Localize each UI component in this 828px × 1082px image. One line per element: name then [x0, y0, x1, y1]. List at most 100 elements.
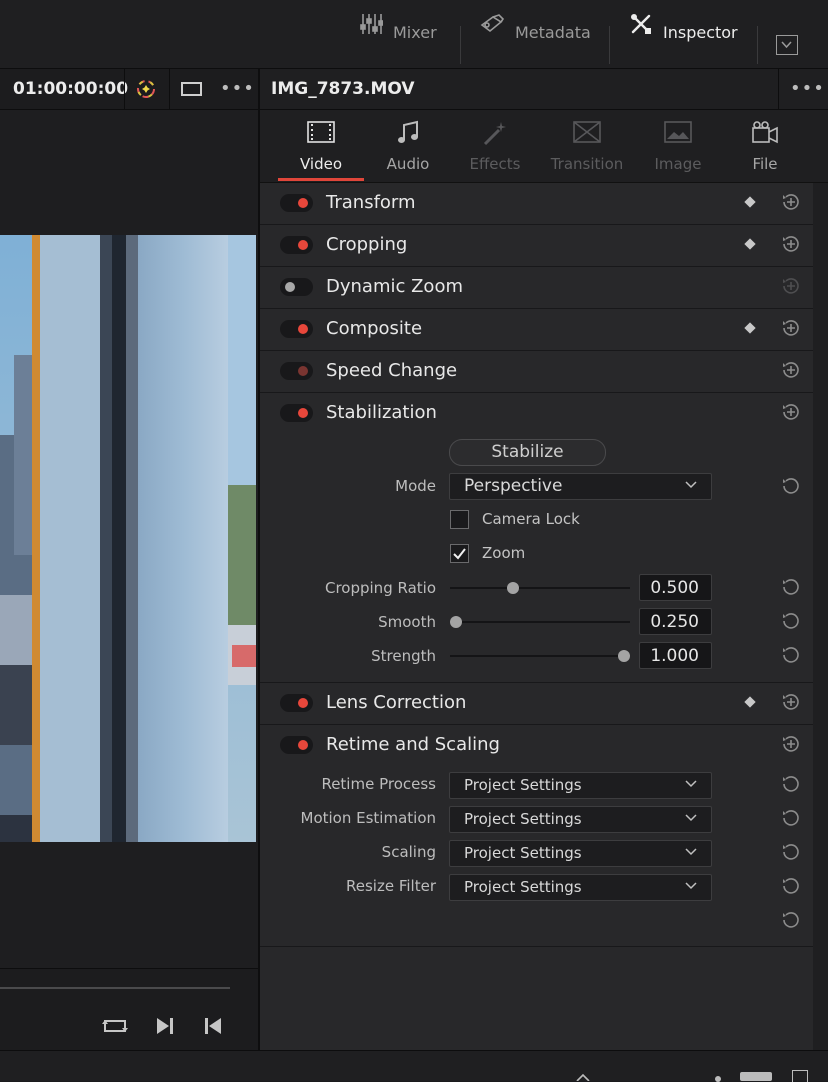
cropping-toggle[interactable] [280, 236, 313, 254]
toolbar-separator [460, 26, 461, 64]
dynamic-zoom-toggle[interactable] [280, 278, 313, 296]
mode-label: Mode [395, 477, 436, 495]
bottom-status-bar [0, 1050, 828, 1082]
reset-icon[interactable] [781, 910, 801, 930]
cropping-ratio-value[interactable]: 0.500 [639, 574, 712, 601]
scaling-dropdown[interactable]: Project Settings [449, 840, 712, 867]
section-transform[interactable]: Transform [260, 183, 813, 225]
section-lens-correction[interactable]: Lens Correction [260, 683, 813, 725]
reset-add-icon[interactable] [781, 360, 801, 380]
slider-thumb[interactable] [507, 582, 520, 594]
reset-icon[interactable] [781, 645, 801, 665]
section-title: Cropping [326, 234, 408, 255]
speed-change-toggle[interactable] [280, 362, 313, 380]
section-composite[interactable]: Composite [260, 309, 813, 351]
transform-toggle[interactable] [280, 194, 313, 212]
smooth-slider[interactable] [450, 616, 630, 628]
section-title: Speed Change [326, 360, 458, 381]
resize-filter-dropdown[interactable]: Project Settings [449, 874, 712, 901]
tab-transition[interactable]: Transition [542, 110, 632, 182]
reset-add-icon[interactable] [781, 192, 801, 212]
expand-button[interactable] [776, 35, 798, 55]
reset-icon[interactable] [781, 577, 801, 597]
value-text: 0.250 [650, 612, 699, 632]
retime-process-dropdown[interactable]: Project Settings [449, 772, 712, 799]
aspect-ratio-icon[interactable] [181, 82, 202, 96]
motion-estimation-dropdown[interactable]: Project Settings [449, 806, 712, 833]
reset-icon[interactable] [781, 876, 801, 896]
chevron-down-icon [685, 814, 697, 822]
tab-audio[interactable]: Audio [365, 110, 451, 182]
chevron-down-icon [685, 481, 697, 489]
section-speed-change[interactable]: Speed Change [260, 351, 813, 393]
strength-slider[interactable] [450, 650, 630, 662]
tab-effects[interactable]: Effects [452, 110, 538, 182]
reset-add-icon[interactable] [781, 692, 801, 712]
reset-icon[interactable] [781, 774, 801, 794]
mixer-button[interactable]: Mixer [359, 14, 437, 68]
strength-value[interactable]: 1.000 [639, 642, 712, 669]
header-separator [778, 69, 779, 109]
cropping-ratio-slider[interactable] [450, 582, 630, 594]
metadata-button[interactable]: Metadata [479, 14, 591, 68]
inspector-label: Inspector [663, 23, 738, 42]
section-title: Dynamic Zoom [326, 276, 463, 297]
value-text: 0.500 [650, 578, 699, 598]
tab-video[interactable]: Video [278, 110, 364, 182]
inspector-scrollbar[interactable] [813, 183, 828, 1050]
inspector-body: Transform Cropping Dynamic Zoom Composit… [260, 183, 813, 1050]
reset-add-icon[interactable] [781, 402, 801, 422]
checkmark-icon [453, 548, 466, 560]
mode-dropdown[interactable]: Perspective [449, 473, 712, 500]
section-title: Lens Correction [326, 692, 467, 713]
stabilize-button[interactable]: Stabilize [449, 439, 606, 466]
previous-frame-icon[interactable] [203, 1016, 223, 1036]
color-wheel-icon[interactable] [135, 78, 157, 100]
grid-icon[interactable] [792, 1070, 808, 1082]
keyframe-diamond-icon[interactable] [744, 238, 756, 250]
reset-icon[interactable] [781, 611, 801, 631]
camera-lock-checkbox[interactable] [450, 510, 469, 529]
file-icon [752, 121, 778, 144]
reset-icon[interactable] [781, 476, 801, 496]
keyframe-diamond-icon[interactable] [744, 196, 756, 208]
tab-file[interactable]: File [722, 110, 808, 182]
reset-icon[interactable] [781, 808, 801, 828]
tab-label: Audio [386, 155, 430, 173]
tab-image[interactable]: Image [635, 110, 721, 182]
timecode-display[interactable]: 01:00:00:00 [13, 79, 128, 99]
inspector-options-icon[interactable]: ••• [790, 78, 825, 99]
more-options-icon[interactable]: ••• [220, 78, 255, 99]
section-dynamic-zoom[interactable]: Dynamic Zoom [260, 267, 813, 309]
retime-scaling-toggle[interactable] [280, 736, 313, 754]
reset-add-icon[interactable] [781, 234, 801, 254]
reset-add-icon[interactable] [781, 734, 801, 754]
slider-thumb[interactable] [618, 650, 630, 662]
lens-correction-toggle[interactable] [280, 694, 313, 712]
reset-icon[interactable] [781, 842, 801, 862]
dropdown-value: Project Settings [464, 810, 582, 828]
cropping-ratio-label: Cropping Ratio [324, 579, 436, 597]
composite-toggle[interactable] [280, 320, 313, 338]
next-frame-icon[interactable] [155, 1016, 175, 1036]
toolbar-separator [757, 26, 758, 64]
keyframe-diamond-icon[interactable] [744, 322, 756, 334]
slider-thumb[interactable] [450, 616, 462, 628]
metadata-label: Metadata [515, 23, 591, 42]
keyframe-diamond-icon[interactable] [744, 696, 756, 708]
stabilization-toggle[interactable] [280, 404, 313, 422]
reset-add-icon[interactable] [781, 318, 801, 338]
dropdown-value: Perspective [464, 476, 563, 496]
zoom-checkbox[interactable] [450, 544, 469, 563]
header-separator [169, 69, 170, 109]
inspector-button[interactable]: Inspector [629, 14, 738, 68]
section-cropping[interactable]: Cropping [260, 225, 813, 267]
loop-icon[interactable] [101, 1015, 129, 1035]
scaling-label: Scaling [381, 843, 436, 861]
strength-label: Strength [371, 647, 436, 665]
mixer-icon [360, 14, 383, 34]
section-title: Stabilization [326, 402, 437, 423]
smooth-value[interactable]: 0.250 [639, 608, 712, 635]
scrubber-bar[interactable] [0, 987, 230, 989]
reset-add-icon[interactable] [781, 276, 801, 296]
